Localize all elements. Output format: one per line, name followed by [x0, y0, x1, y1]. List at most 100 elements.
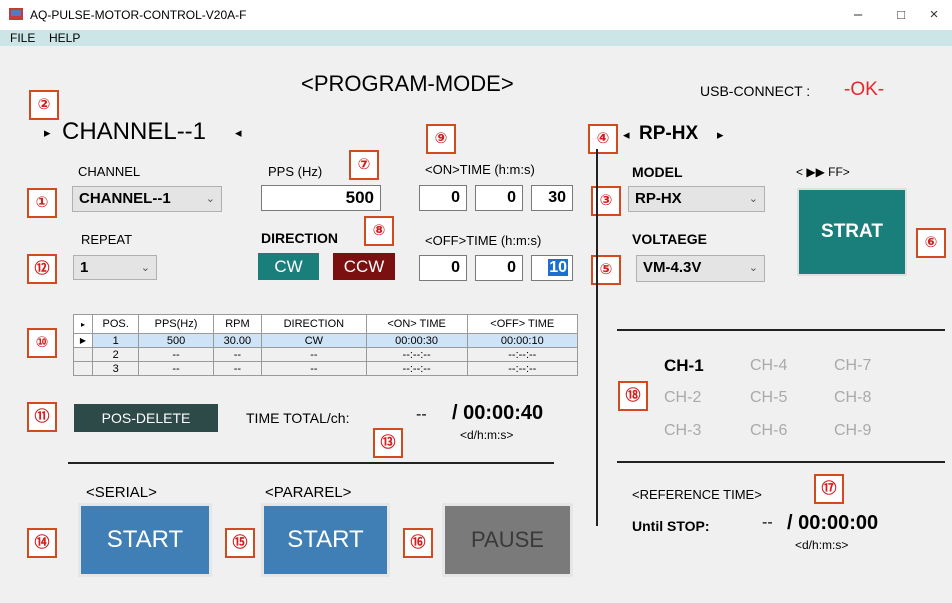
title-bar: AQ-PULSE-MOTOR-CONTROL-V20A-F – □ ×	[0, 0, 952, 30]
app-icon	[9, 8, 23, 20]
channel-ch-9[interactable]: CH-9	[834, 422, 871, 440]
time-total-label: TIME TOTAL/ch:	[246, 410, 350, 426]
serial-label: <SERIAL>	[86, 484, 157, 501]
table-cell: --	[212, 347, 263, 362]
table-cell: 30.00	[212, 333, 263, 348]
pos-delete-button[interactable]: POS-DELETE	[74, 404, 218, 432]
voltage-label: VOLTAEGE	[632, 231, 707, 247]
callout-9: ⑨	[426, 124, 456, 154]
table-row[interactable]: 3 -- -- -- --:--:-- --:--:--	[73, 361, 579, 376]
callout-8: ⑧	[364, 216, 394, 246]
table-cell: --:--:--	[466, 347, 579, 362]
table-header: PPS(Hz)	[138, 314, 214, 334]
ccw-button[interactable]: CCW	[333, 253, 395, 280]
table-cell: 00:00:30	[365, 333, 468, 348]
chevron-down-icon: ⌄	[140, 262, 150, 274]
table-cell: 3	[91, 361, 140, 376]
maximize-button[interactable]: □	[886, 4, 916, 26]
channel-left-arrow-icon[interactable]: ▸	[44, 125, 51, 141]
vertical-divider	[596, 149, 598, 526]
table-cell: --	[212, 361, 263, 376]
reference-value: --	[762, 514, 773, 531]
pararel-label: <PARAREL>	[265, 484, 352, 501]
off-time-hours[interactable]: 0	[419, 255, 467, 281]
on-time-seconds[interactable]: 30	[531, 185, 573, 211]
table-header: POS.	[91, 314, 140, 334]
on-time-label: <ON>TIME (h:m:s)	[425, 162, 535, 177]
reference-time-label: <REFERENCE TIME>	[632, 487, 762, 502]
table-cell: 2	[91, 347, 140, 362]
model-left-arrow-icon[interactable]: ◂	[623, 127, 630, 143]
reference-total: / 00:00:00	[787, 512, 879, 534]
close-button[interactable]: ×	[919, 4, 949, 26]
repeat-select[interactable]: 1 ⌄	[73, 255, 157, 280]
pararel-start-button[interactable]: START	[261, 503, 390, 577]
cw-button[interactable]: CW	[258, 253, 319, 280]
on-time-hours[interactable]: 0	[419, 185, 467, 211]
channel-ch-5[interactable]: CH-5	[750, 389, 787, 407]
menu-file[interactable]: FILE	[10, 31, 35, 45]
serial-start-button[interactable]: START	[78, 503, 212, 577]
table-header: DIRECTION	[261, 314, 367, 334]
voltage-select-value: VM-4.3V	[643, 259, 702, 276]
callout-1: ①	[27, 188, 57, 218]
model-label: MODEL	[632, 164, 683, 180]
callout-12: ⑫	[27, 254, 57, 284]
on-time-minutes[interactable]: 0	[475, 185, 523, 211]
table-row[interactable]: 2 -- -- -- --:--:-- --:--:--	[73, 347, 579, 362]
usb-connect-label: USB-CONNECT :	[700, 83, 811, 99]
chevron-down-icon: ⌄	[748, 262, 758, 274]
repeat-select-value: 1	[80, 259, 89, 276]
table-cell	[73, 347, 93, 362]
table-cell: 1	[91, 333, 140, 348]
model-right-arrow-icon[interactable]: ▸	[717, 127, 724, 143]
callout-7: ⑦	[349, 150, 379, 180]
callout-2: ②	[29, 90, 59, 120]
voltage-select[interactable]: VM-4.3V ⌄	[636, 255, 765, 282]
reference-format: <d/h:m:s>	[795, 538, 849, 552]
minimize-button[interactable]: –	[843, 4, 873, 26]
channel-label: CHANNEL	[78, 164, 141, 179]
model-select[interactable]: RP-HX ⌄	[628, 186, 765, 212]
table-header-row: ▸ POS. PPS(Hz) RPM DIRECTION <ON> TIME <…	[73, 314, 579, 334]
off-time-seconds[interactable]: 10	[531, 255, 573, 281]
table-header: RPM	[212, 314, 263, 334]
pps-input[interactable]: 500	[261, 185, 381, 211]
table-header: <OFF> TIME	[466, 314, 579, 334]
strat-button[interactable]: STRAT	[797, 188, 907, 276]
table-cell: --:--:--	[365, 361, 468, 376]
time-total-format: <d/h:m:s>	[460, 428, 514, 442]
channel-ch-3[interactable]: CH-3	[664, 422, 701, 440]
time-total-value: --	[416, 406, 427, 423]
callout-15: ⑮	[225, 528, 255, 558]
mode-title: <PROGRAM-MODE>	[301, 71, 514, 96]
channel-ch-8[interactable]: CH-8	[834, 389, 871, 407]
off-time-seconds-value: 10	[548, 259, 568, 276]
table-cell: --	[138, 347, 214, 362]
until-stop-label: Until STOP:	[632, 518, 710, 534]
menu-help[interactable]: HELP	[49, 31, 80, 45]
divider	[617, 461, 945, 463]
callout-10: ⑩	[27, 328, 57, 358]
table-header-selector: ▸	[73, 314, 93, 334]
channel-select[interactable]: CHANNEL--1 ⌄	[72, 186, 222, 212]
table-cell: 00:00:10	[466, 333, 579, 348]
channel-ch-1[interactable]: CH-1	[664, 356, 704, 376]
channel-ch-6[interactable]: CH-6	[750, 422, 787, 440]
off-time-label: <OFF>TIME (h:m:s)	[425, 233, 542, 248]
table-row[interactable]: ▶ 1 500 30.00 CW 00:00:30 00:00:10	[73, 333, 579, 348]
direction-label: DIRECTION	[261, 230, 338, 246]
channel-right-arrow-icon[interactable]: ◂	[235, 125, 242, 141]
table-cell: 500	[138, 333, 214, 348]
pps-label: PPS (Hz)	[268, 164, 323, 179]
table-cell: --:--:--	[365, 347, 468, 362]
time-total-sum: / 00:00:40	[452, 402, 544, 424]
pause-button[interactable]: PAUSE	[442, 503, 573, 577]
table-cell: --	[261, 347, 367, 362]
channel-header: CHANNEL--1	[62, 118, 207, 145]
off-time-minutes[interactable]: 0	[475, 255, 523, 281]
channel-ch-7[interactable]: CH-7	[834, 357, 871, 375]
channel-ch-4[interactable]: CH-4	[750, 357, 787, 375]
callout-16: ⑯	[403, 528, 433, 558]
channel-ch-2[interactable]: CH-2	[664, 389, 701, 407]
